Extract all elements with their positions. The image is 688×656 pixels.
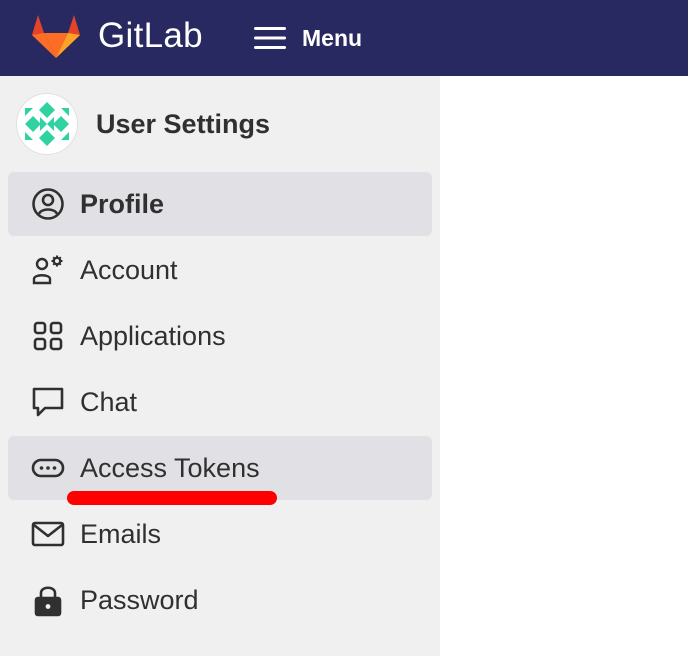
avatar	[16, 93, 78, 155]
settings-sidebar: User Settings Profile Account Applicatio…	[0, 76, 440, 656]
top-navbar: GitLab Menu	[0, 0, 688, 76]
sidebar-item-label: Password	[80, 584, 199, 615]
sidebar-item-label: Profile	[80, 188, 165, 219]
sidebar-item-password[interactable]: Password	[8, 568, 432, 632]
menu-button[interactable]: Menu	[246, 18, 378, 58]
identicon-icon	[25, 102, 69, 146]
token-icon	[30, 450, 66, 486]
account-icon	[30, 252, 66, 288]
sidebar-context-title: User Settings	[96, 108, 271, 139]
sidebar-item-applications[interactable]: Applications	[8, 304, 432, 368]
mail-icon	[30, 516, 66, 552]
lock-icon	[30, 582, 66, 618]
sidebar-context-header[interactable]: User Settings	[16, 93, 270, 155]
chat-icon	[30, 384, 66, 420]
menu-label: Menu	[302, 24, 363, 51]
sidebar-item-chat[interactable]: Chat	[8, 370, 432, 434]
sidebar-item-profile[interactable]: Profile	[8, 172, 432, 236]
profile-icon	[30, 186, 66, 222]
sidebar-item-label: Applications	[80, 320, 226, 351]
hamburger-icon	[254, 27, 286, 49]
gitlab-logo-icon[interactable]	[30, 13, 82, 59]
sidebar-item-label: Emails	[80, 518, 162, 549]
sidebar-item-account[interactable]: Account	[8, 238, 432, 302]
sidebar-item-label: Access Tokens	[80, 452, 260, 483]
sidebar-item-emails[interactable]: Emails	[8, 502, 432, 566]
sidebar-item-label: Account	[80, 254, 178, 285]
sidebar-item-label: Chat	[80, 386, 138, 417]
annotation-underline	[67, 491, 277, 505]
brand-name[interactable]: GitLab	[98, 16, 203, 56]
applications-icon	[30, 318, 66, 354]
